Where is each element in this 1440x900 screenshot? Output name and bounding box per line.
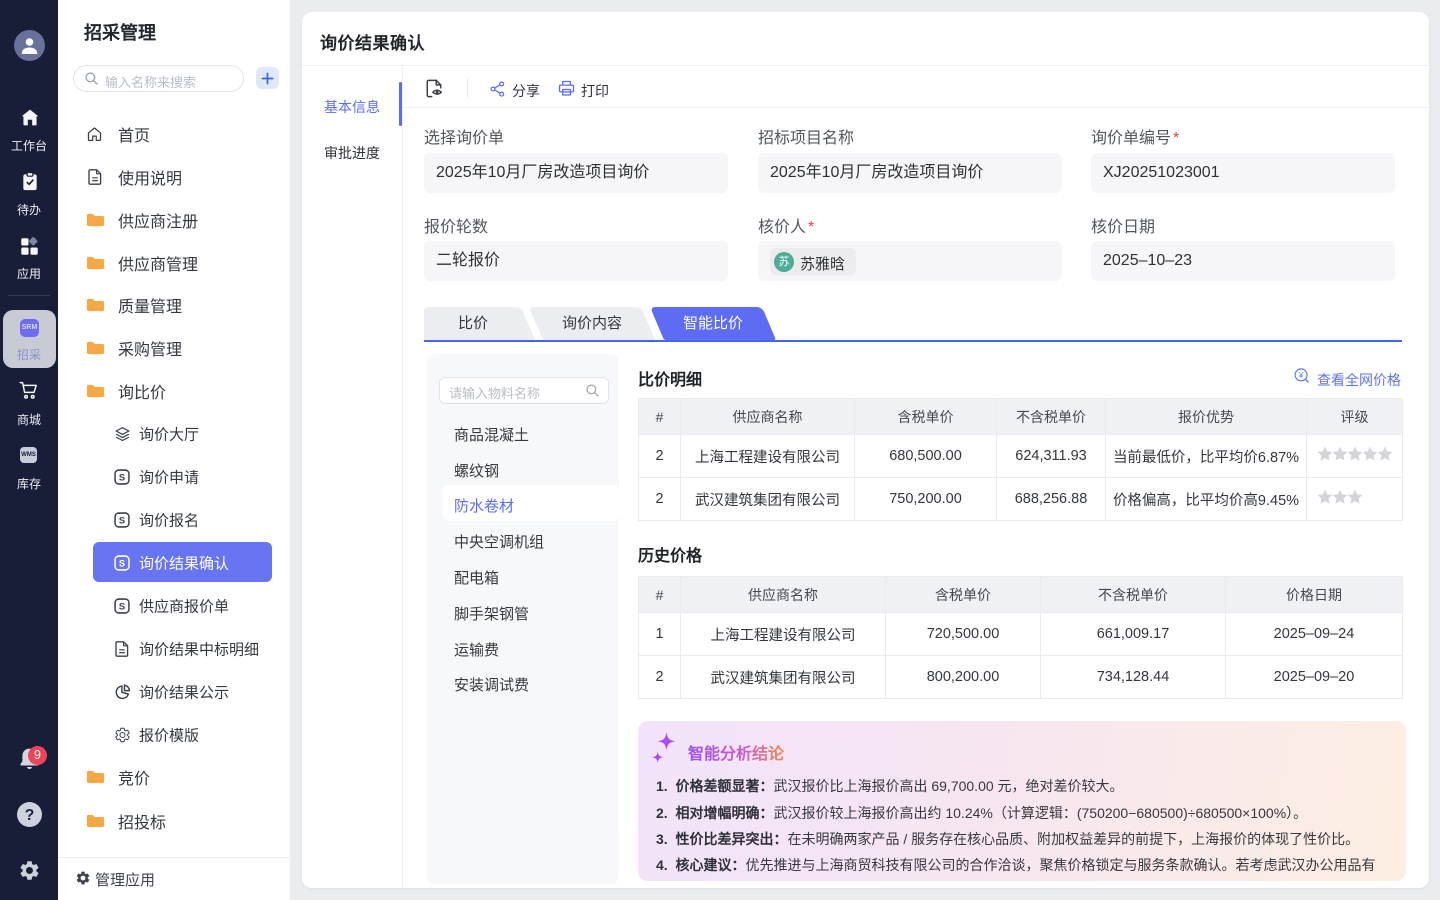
svg-text:S: S [119,601,125,611]
svg-text:S: S [119,515,125,525]
svg-text:?: ? [25,807,35,824]
svg-text:S: S [119,558,125,568]
svg-text:¥: ¥ [1298,370,1304,380]
svg-text:S: S [119,472,125,482]
